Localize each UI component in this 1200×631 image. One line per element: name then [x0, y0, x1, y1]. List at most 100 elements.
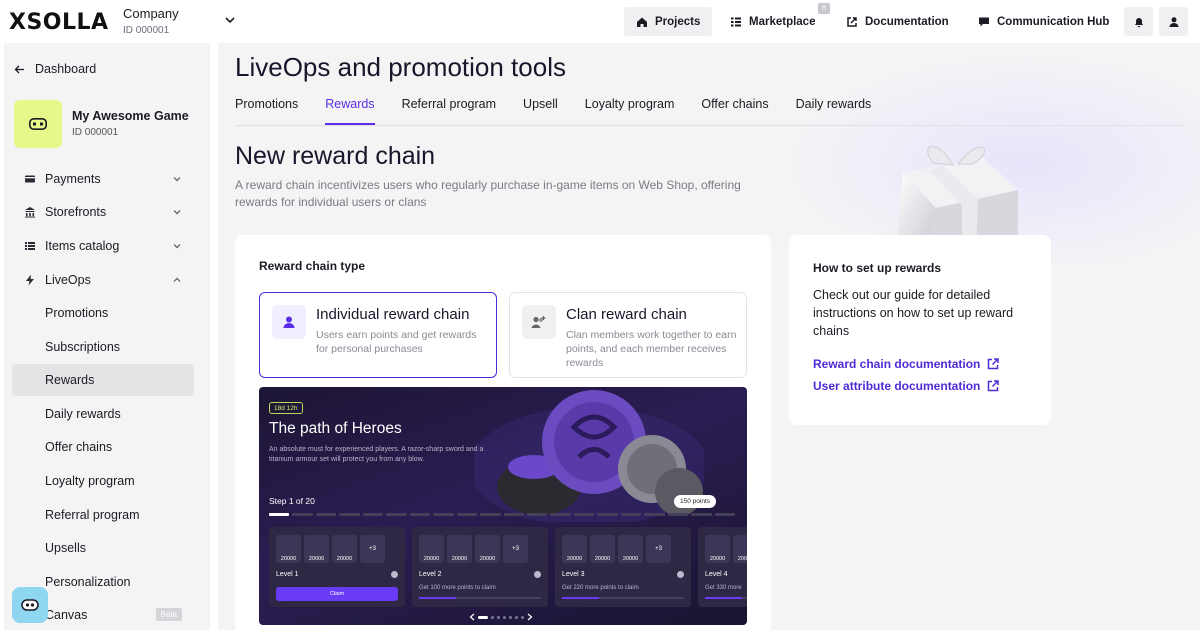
chat-icon [979, 17, 989, 26]
company-name: Company [123, 6, 179, 21]
home-icon [637, 17, 647, 27]
tab-loyalty-program[interactable]: Loyalty program [585, 95, 675, 125]
more-items: +3 [646, 535, 671, 563]
nav-projects[interactable]: Projects [624, 7, 713, 36]
sidebar-item-payments[interactable]: Payments [12, 163, 194, 195]
reward-chain-documentation-link[interactable]: Reward chain documentation [813, 357, 1000, 371]
progress-segment [691, 513, 712, 516]
level-card-3: 20000 20000 20000 +3 Level 3 Get 220 mor… [555, 527, 691, 607]
sidebar-item-loyalty-program[interactable]: Loyalty program [12, 465, 194, 497]
tab-referral-program[interactable]: Referral program [402, 95, 496, 125]
progress-segment [550, 513, 571, 516]
carousel-dot[interactable] [503, 615, 506, 619]
assistant-icon [21, 599, 39, 611]
chevron-left-icon[interactable] [469, 613, 475, 621]
level-card-1: 20000 20000 20000 +3 Level 1 Claim [269, 527, 405, 607]
progress-segment [714, 513, 736, 516]
profile-button[interactable] [1159, 7, 1188, 36]
list-icon [25, 242, 35, 250]
level-progress [562, 597, 684, 599]
points-badge: 150 points [674, 495, 716, 508]
carousel-dot[interactable] [521, 615, 524, 619]
sidebar-item-referral-program[interactable]: Referral program [12, 499, 194, 531]
sidebar-item-label: Items catalog [45, 239, 120, 253]
nav-communication-hub-label: Communication Hub [997, 15, 1110, 28]
tab-offer-chains[interactable]: Offer chains [701, 95, 768, 125]
link-label: User attribute documentation [813, 379, 981, 393]
sidebar-item-label: Personalization [45, 575, 131, 589]
progress-segment [480, 513, 501, 516]
option-title: Individual reward chain [316, 306, 470, 323]
option-icon [522, 305, 556, 339]
users-add-icon [531, 316, 546, 328]
sidebar-item-liveops[interactable]: LiveOps [12, 264, 194, 296]
reward-item: 20000 [475, 535, 500, 563]
tab-promotions[interactable]: Promotions [235, 95, 298, 125]
reward-chain-preview: 18d 12h The path of Heroes An absolute m… [259, 387, 747, 625]
external-link-icon [988, 358, 1000, 370]
help-card: How to set up rewards Check out our guid… [789, 235, 1051, 425]
nav-communication-hub[interactable]: Communication Hub [966, 7, 1121, 36]
sidebar-item-label: Payments [45, 172, 101, 186]
external-link-icon [847, 16, 857, 27]
progress-segment [526, 513, 548, 516]
bell-icon [1134, 17, 1143, 27]
game-name: My Awesome Game [72, 109, 189, 123]
carousel-dot[interactable] [497, 615, 500, 619]
level-card-2: 20000 20000 20000 +3 Level 2 Get 100 mor… [412, 527, 548, 607]
sidebar-item-subscriptions[interactable]: Subscriptions [12, 331, 194, 363]
reward-item: 20000 [562, 535, 587, 563]
sidebar-item-items-catalog[interactable]: Items catalog [12, 230, 194, 262]
sidebar-item-promotions[interactable]: Promotions [12, 297, 194, 329]
progress-segment [339, 513, 360, 516]
help-title: How to set up rewards [813, 261, 942, 275]
gift-illustration [896, 145, 1018, 248]
tab-upsell[interactable]: Upsell [523, 95, 558, 125]
level-note: Get 330 more [705, 585, 742, 591]
progress-segment [433, 513, 454, 516]
carousel-dot[interactable] [491, 615, 494, 619]
nav-marketplace[interactable]: Marketplace [718, 7, 827, 36]
chevron-right-icon[interactable] [527, 613, 533, 621]
carousel-dot[interactable] [515, 615, 518, 619]
sidebar-item-offer-chains[interactable]: Offer chains [12, 431, 194, 463]
sidebar-item-daily-rewards[interactable]: Daily rewards [12, 398, 194, 430]
card-icon [25, 175, 35, 183]
carousel-dot[interactable] [478, 615, 488, 619]
xsolla-logo[interactable]: XSOLLA [9, 10, 109, 35]
tab-daily-rewards[interactable]: Daily rewards [796, 95, 872, 125]
sidebar-item-upsells[interactable]: Upsells [12, 532, 194, 564]
top-bar: XSOLLA Company ID 000001 Projects Market… [0, 0, 1200, 43]
sidebar-item-storefronts[interactable]: Storefronts [12, 196, 194, 228]
option-individual-reward-chain[interactable]: Individual reward chain Users earn point… [259, 292, 497, 378]
reward-item: 20000 [618, 535, 643, 563]
nav-projects-label: Projects [655, 15, 701, 28]
level-progress [419, 597, 541, 599]
user-attribute-documentation-link[interactable]: User attribute documentation [813, 379, 1000, 393]
sidebar-item-label: Canvas [45, 608, 88, 622]
chevron-down-icon[interactable] [224, 14, 236, 26]
level-name: Level 4 [705, 571, 728, 578]
assistant-button[interactable] [12, 587, 48, 623]
company-switcher[interactable]: Company ID 000001 [123, 6, 179, 36]
sidebar-item-label: Promotions [45, 306, 109, 320]
game-card[interactable]: My Awesome Game ID 000001 [14, 100, 189, 148]
nav-documentation[interactable]: Documentation [834, 7, 961, 36]
sidebar: Dashboard My Awesome Game ID 000001 Paym… [4, 43, 210, 630]
reward-item: 20000 [705, 535, 730, 563]
grid-icon [731, 17, 741, 26]
tab-rewards[interactable]: Rewards [325, 95, 375, 125]
external-link-icon [988, 380, 1000, 392]
sidebar-item-rewards[interactable]: Rewards [12, 364, 194, 396]
carousel-dot[interactable] [509, 615, 512, 619]
more-items: +3 [503, 535, 528, 563]
option-clan-reward-chain[interactable]: Clan reward chain Clan members work toge… [509, 292, 747, 378]
notifications-button[interactable] [1124, 7, 1153, 36]
nav-marketplace-label: Marketplace [749, 15, 816, 28]
game-id: ID 000001 [72, 127, 119, 138]
progress-segment [409, 513, 431, 516]
claim-button[interactable]: Claim [276, 587, 398, 601]
beta-badge: Beta [155, 608, 182, 621]
back-to-dashboard[interactable]: Dashboard [14, 62, 96, 76]
store-icon [25, 207, 35, 218]
